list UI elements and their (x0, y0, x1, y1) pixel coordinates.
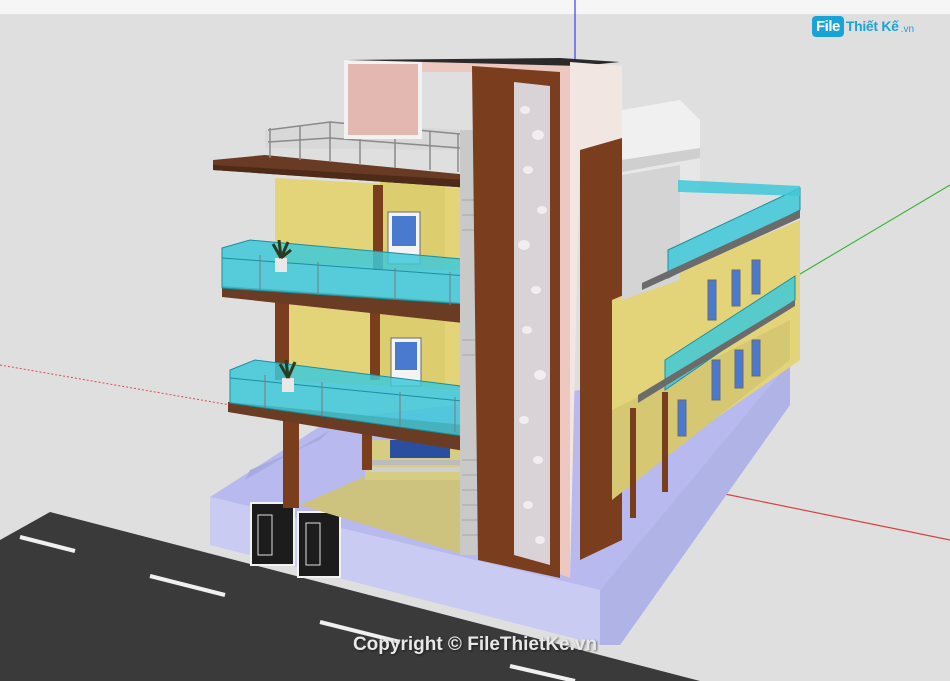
tower-top-left (344, 60, 422, 139)
logo-text: Thiết Kế (845, 18, 899, 34)
axis-green-icon (789, 184, 950, 281)
gate-right (297, 511, 341, 578)
logo-file-badge: File (812, 15, 844, 37)
axis-red-icon-2 (714, 491, 950, 541)
tower-feature-strip (514, 82, 550, 565)
sketchup-viewport[interactable]: File Thiết Kế .vn Copyright © FileThietK… (0, 0, 950, 681)
axis-red-icon (0, 364, 231, 406)
brand-logo: File Thiết Kế .vn (812, 12, 914, 40)
logo-tld: .vn (900, 23, 915, 35)
building-3d-model[interactable] (0, 0, 950, 681)
copyright-watermark: Copyright © FileThietKe.vn (352, 634, 598, 655)
